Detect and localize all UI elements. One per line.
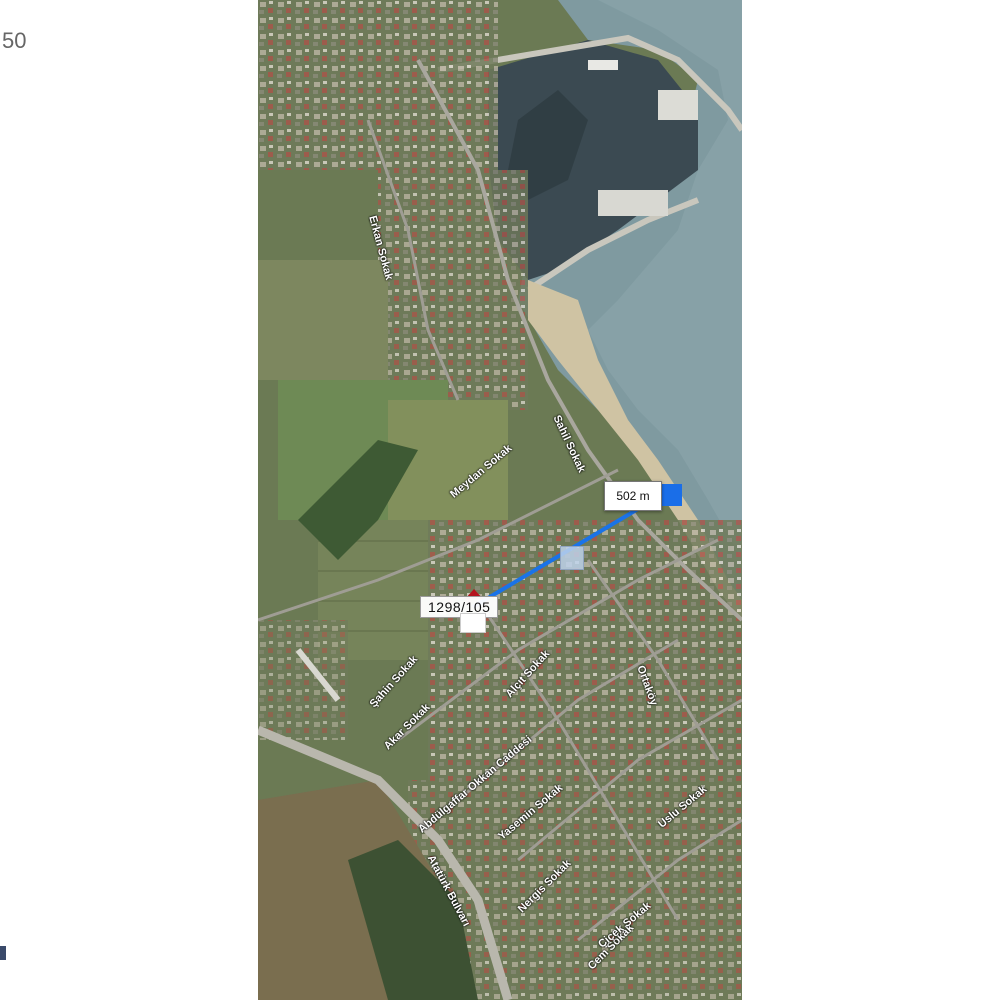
parcel-marker[interactable]	[460, 613, 486, 633]
measure-end-icon[interactable]	[662, 484, 682, 506]
page-number-fragment: 50	[2, 28, 27, 53]
distance-label: 502 m	[604, 481, 662, 511]
measure-handle-icon[interactable]	[560, 546, 584, 570]
corner-icon	[0, 946, 6, 960]
